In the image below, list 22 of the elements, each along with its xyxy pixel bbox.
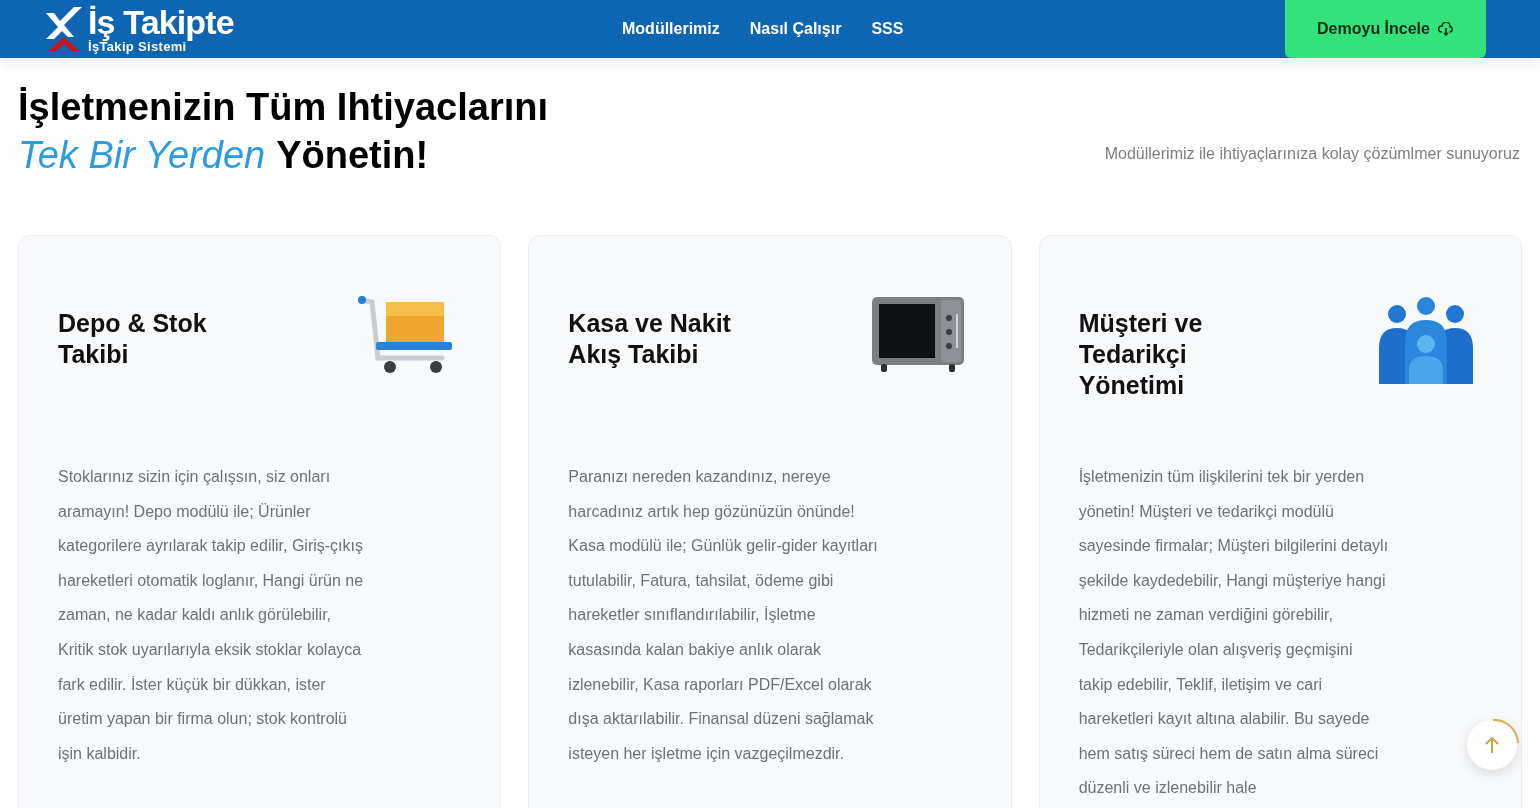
- cloud-download-icon: [1437, 22, 1454, 36]
- logo-title: İş Takipte: [88, 4, 234, 40]
- hero-subtitle: Modüllerimiz ile ihtiyaçlarınıza kolay çözümlmer sunuyoruz: [1104, 144, 1521, 164]
- nav-link[interactable]: SSS: [871, 17, 904, 41]
- module-description: Paranızı nereden kazandınız, nereye harcadınız artık hep gözünüzün önünde! Kasa modülü ile; Günlük gelir-gider kayıtları tutulabilir, Fatura, tahsilat, ödeme gibi hareketler sınıflandırılabilir, İşletme kasasında kalan bakiye anlık olarak izlenebilir, Kasa raporları PDF/Excel olarak dışa aktarılabilir. Finansal düzeni sağlamak isteyen her işletme için vazgeçilmezdir.: [568, 467, 879, 764]
- people-icon: [1377, 296, 1475, 386]
- module-description: İşletmenizin tüm ilişkilerini tek bir yerden yönetin! Müşteri ve tedarikçi modülü sayesinde firmalar; Müşteri bilgilerini detaylı şekilde kaydedebilir, Hangi müşteriye hangi hizmeti ne zaman verdiğini görebilir, Tedarikçileriyle olan alışveriş geçmişini takip edebilir, Teklif, iletişim ve cari hareketleri kayıt altına alabilir. Bu sayede hem satış süreci hem de satın alma süreci düzenli ve izlenebilir hale: [1078, 467, 1389, 799]
- demo-button[interactable]: Demoyu İncele: [1285, 0, 1486, 58]
- arrow-up-icon: [1484, 736, 1500, 754]
- logo-subtitle: İşTakip Sistemi: [88, 40, 187, 54]
- hero-title: İşletmenizin Tüm Ihtiyaclarını: [18, 85, 548, 130]
- module-description: Stoklarınız sizin için çalışsın, siz onları aramayın! Depo modülü ile; Ürünler kategorilere ayrılarak takip edilir, Giriş-çıkış hareketleri otomatik loglanır, Hangi ürün ne zaman, ne kadar kaldı anlık görülebilir, Kritik stok uyarılarıyla eksik stoklar kolayca fark edilir. İster küçük bir dükkan, ister üretim yapan bir firma olun; stok kontrolü işin kalbidir.: [58, 467, 365, 764]
- cart-icon: [358, 296, 455, 376]
- scroll-progress-ring: [1492, 719, 1520, 745]
- hero-title-end: Yönetin!: [276, 133, 429, 178]
- module-title: Müşteri ve Tedarikçi Yönetimi: [1078, 308, 1204, 401]
- nav-link[interactable]: Modüllerimiz: [622, 17, 720, 41]
- nav-link[interactable]: Nasıl Çalışır: [749, 17, 842, 41]
- module-title: Kasa ve Nakit Akış Takibi: [568, 308, 732, 370]
- oven-icon: [870, 296, 965, 374]
- hero-highlight: Tek Bir Yerden: [18, 133, 266, 178]
- module-title: Depo & Stok Takibi: [58, 308, 208, 370]
